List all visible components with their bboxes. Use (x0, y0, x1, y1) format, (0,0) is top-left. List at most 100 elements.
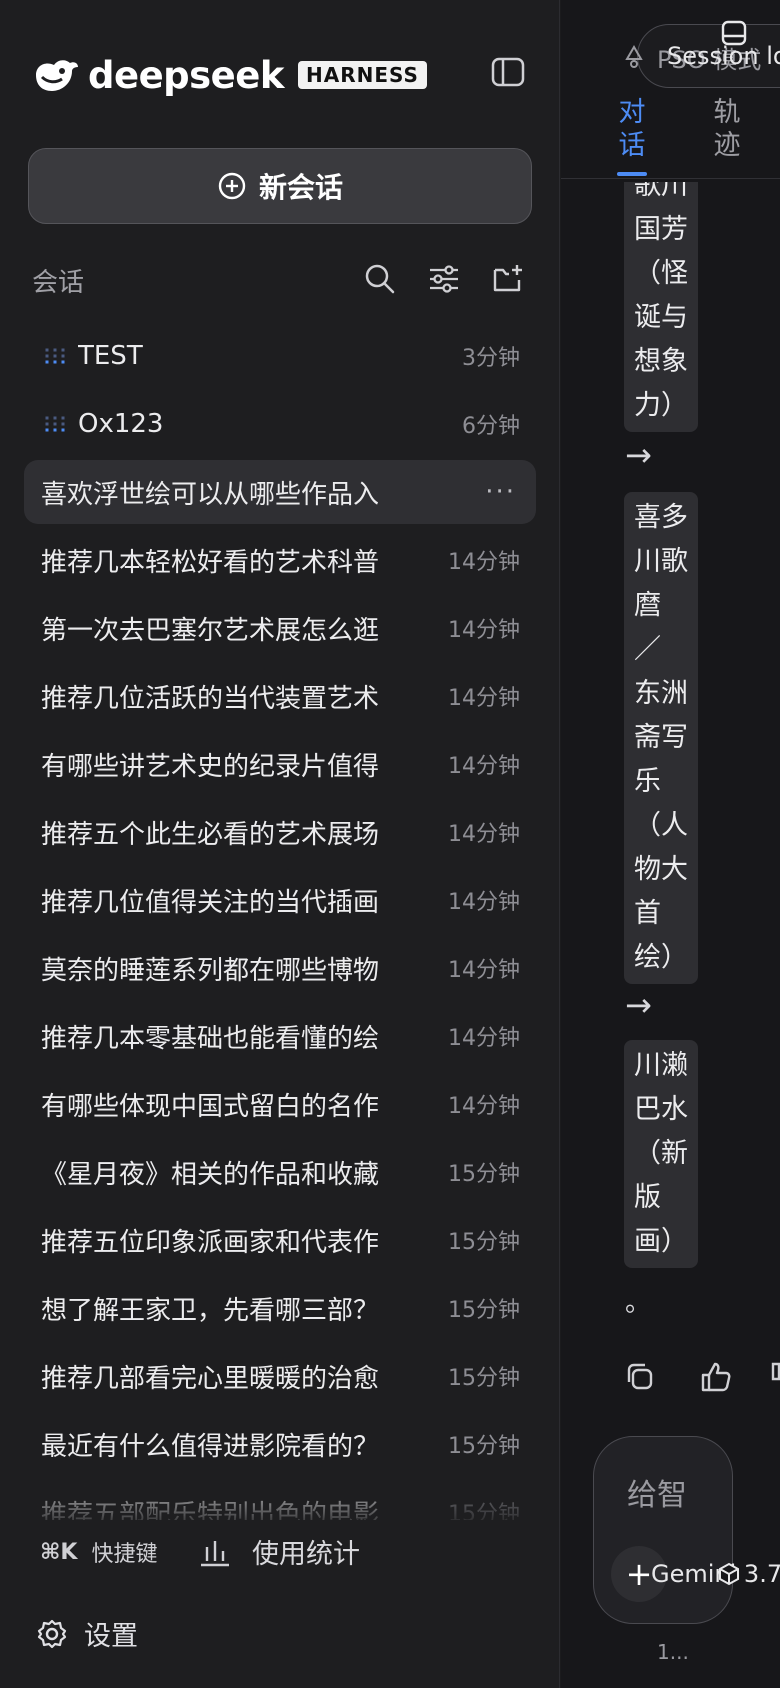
conversation-item[interactable]: 推荐几位值得关注的当代插画 14分钟 (24, 868, 536, 932)
tab-chat-line-2: 话 (618, 130, 646, 161)
conversation-item[interactable]: 推荐几部看完心里暖暖的治愈 15分钟 (24, 1344, 536, 1408)
conversation-time: 3分钟 (462, 346, 520, 371)
conversation-title: 第一次去巴塞尔艺术展怎么逛 (41, 615, 380, 646)
conversation-item[interactable]: 《星月夜》相关的作品和收藏 15分钟 (24, 1140, 536, 1204)
conversation-item[interactable]: 推荐几本轻松好看的艺术科普 14分钟 (24, 528, 536, 592)
conversation-title: 推荐几位活跃的当代装置艺术 (41, 683, 380, 714)
whale-logo-icon (36, 60, 78, 91)
conversation-title: 莫奈的睡莲系列都在哪些博物 (41, 955, 380, 986)
tab-chat-line-1: 对 (618, 97, 646, 128)
chat-pane: PSO 模式 Session lo 对 话 轨 迹 歌川 国芳 （怪 诞与 想象 力） 喜多… (561, 0, 780, 1688)
conversation-item[interactable]: 有哪些体现中国式留白的名作 14分钟 (24, 1072, 536, 1136)
usage-stats-button[interactable]: 使用统计 (198, 1532, 360, 1571)
model-selector[interactable]: Gemini 3.7 (651, 1560, 780, 1588)
cube-icon (719, 1562, 739, 1586)
grid-icon (45, 416, 65, 432)
conversation-time: 15分钟 (448, 1366, 520, 1391)
conversation-title: 推荐几本零基础也能看懂的绘 (41, 1023, 380, 1054)
bar-chart-icon (201, 1540, 229, 1566)
conversation-item[interactable]: 有哪些讲艺术史的纪录片值得 14分钟 (24, 732, 536, 796)
conversation-item[interactable]: 推荐五位印象派画家和代表作 15分钟 (24, 1208, 536, 1272)
conversation-title: 最近有什么值得进影院看的？ (41, 1431, 380, 1462)
window-icon[interactable] (719, 18, 749, 48)
filter-sliders-icon[interactable] (427, 262, 461, 296)
conversation-item[interactable]: 第一次去巴塞尔艺术展怎么逛 14分钟 (24, 596, 536, 660)
conversation-time: 14分钟 (448, 550, 520, 575)
new-chat-label: 新会话 (258, 171, 343, 204)
conversation-time: 14分钟 (448, 754, 520, 779)
new-chat-button[interactable]: 新会话 (28, 148, 532, 224)
chip-line: 物大 (634, 854, 688, 885)
chip-line: 歌川 (634, 170, 688, 201)
conversation-title: 有哪些讲艺术史的纪录片值得 (41, 751, 380, 782)
conversation-time: 14分钟 (448, 1094, 520, 1119)
conversation-item[interactable]: 最近有什么值得进影院看的？ 15分钟 (24, 1412, 536, 1476)
shortcut-button[interactable]: ⌘K 快捷键 (40, 1536, 157, 1568)
conversation-item[interactable]: Ox123 6分钟 (24, 392, 536, 456)
conversation-item[interactable]: TEST 3分钟 (24, 324, 536, 388)
search-icon[interactable] (363, 262, 397, 296)
sidebar-toggle-icon[interactable] (490, 54, 526, 90)
conversation-title: 《星月夜》相关的作品和收藏 (41, 1159, 380, 1190)
chip-line: （新 (634, 1138, 688, 1169)
chip-line: 首 (634, 898, 661, 929)
conversation-title: 有哪些体现中国式留白的名作 (41, 1091, 380, 1122)
flow-arrow: → (625, 986, 652, 1024)
conversation-title: 喜欢浮世绘可以从哪些作品入 (41, 479, 380, 510)
conversation-time: 14分钟 (448, 618, 520, 643)
chip-line: ／ (634, 634, 661, 665)
conversation-time: 15分钟 (448, 1298, 520, 1323)
conversation-time: 14分钟 (448, 890, 520, 915)
chip-line: 国芳 (634, 214, 688, 245)
flow-arrow: → (625, 436, 652, 474)
conversation-item[interactable]: 推荐几位活跃的当代装置艺术 14分钟 (24, 664, 536, 728)
chip-line: 东洲 (634, 678, 688, 709)
conversation-item[interactable]: 莫奈的睡莲系列都在哪些博物 14分钟 (24, 936, 536, 1000)
conversation-title: 推荐五位印象派画家和代表作 (41, 1227, 380, 1258)
conversation-time: 6分钟 (462, 414, 520, 439)
chip-line: 想象 (634, 346, 688, 377)
artist-chip: 川濑 巴水 （新版画） (624, 1040, 698, 1268)
conversation-time: 14分钟 (448, 958, 520, 983)
new-folder-icon[interactable] (491, 262, 525, 296)
thumbs-up-icon[interactable] (699, 1360, 733, 1394)
conversation-title: 推荐几部看完心里暖暖的治愈 (41, 1363, 380, 1394)
chip-line: 力） (634, 390, 688, 421)
more-options-icon[interactable]: ··· (485, 477, 536, 507)
chip-line: 绘） (634, 942, 688, 973)
composer-placeholder[interactable]: 给智 (627, 1470, 687, 1514)
chip-line: （怪 (634, 258, 688, 289)
plus-circle-icon (218, 172, 246, 200)
conversation-title: 推荐几本轻松好看的艺术科普 (41, 547, 380, 578)
settings-button[interactable]: 设置 (36, 1614, 138, 1653)
chip-line: 巴水 (634, 1094, 688, 1125)
tab-trajectory-line-1: 轨 (713, 97, 741, 128)
conversation-item[interactable]: 推荐五个此生必看的艺术展场 14分钟 (24, 800, 536, 864)
conversation-item[interactable]: 推荐几本零基础也能看懂的绘 14分钟 (24, 1004, 536, 1068)
conversation-item[interactable]: 喜欢浮世绘可以从哪些作品入 ··· (24, 460, 536, 524)
chip-line: （人 (634, 810, 688, 841)
artist-chip: 歌川 国芳 （怪 诞与 想象 力） (624, 170, 698, 432)
tab-trajectory[interactable]: 轨 迹 (712, 96, 742, 162)
chip-line: 喜多 (634, 502, 688, 533)
artist-chip: 喜多 川歌麿 ／ 东洲 斋写乐 （人 物大首绘） (624, 492, 698, 984)
chip-line: 斋写 (634, 722, 688, 753)
conversation-item[interactable]: 想了解王家卫，先看哪三部？ 15分钟 (24, 1276, 536, 1340)
conversation-time: 15分钟 (448, 1230, 520, 1255)
message-period: 。 (625, 1288, 652, 1318)
conversation-time: 15分钟 (448, 1434, 520, 1459)
conversation-time: 15分钟 (448, 1162, 520, 1187)
active-tab-indicator (617, 172, 647, 176)
thumbs-down-icon[interactable] (769, 1360, 780, 1394)
copy-icon[interactable] (623, 1360, 657, 1394)
conversations-section-label: 会话 (32, 268, 85, 298)
message-composer[interactable] (593, 1436, 733, 1624)
usage-stats-label: 使用统计 (252, 1539, 360, 1570)
chip-line: 麿 (634, 590, 661, 621)
chip-line: 川濑 (634, 1050, 688, 1081)
tab-chat[interactable]: 对 话 (617, 96, 647, 162)
tab-trajectory-line-2: 迹 (713, 130, 741, 161)
brand[interactable]: deepseek HARNESS (32, 52, 427, 98)
sidebar: deepseek HARNESS 新会话 会话 TEST 3分钟 Ox123 6分钟喜… (0, 0, 560, 1688)
chip-line: 版 (634, 1182, 661, 1213)
